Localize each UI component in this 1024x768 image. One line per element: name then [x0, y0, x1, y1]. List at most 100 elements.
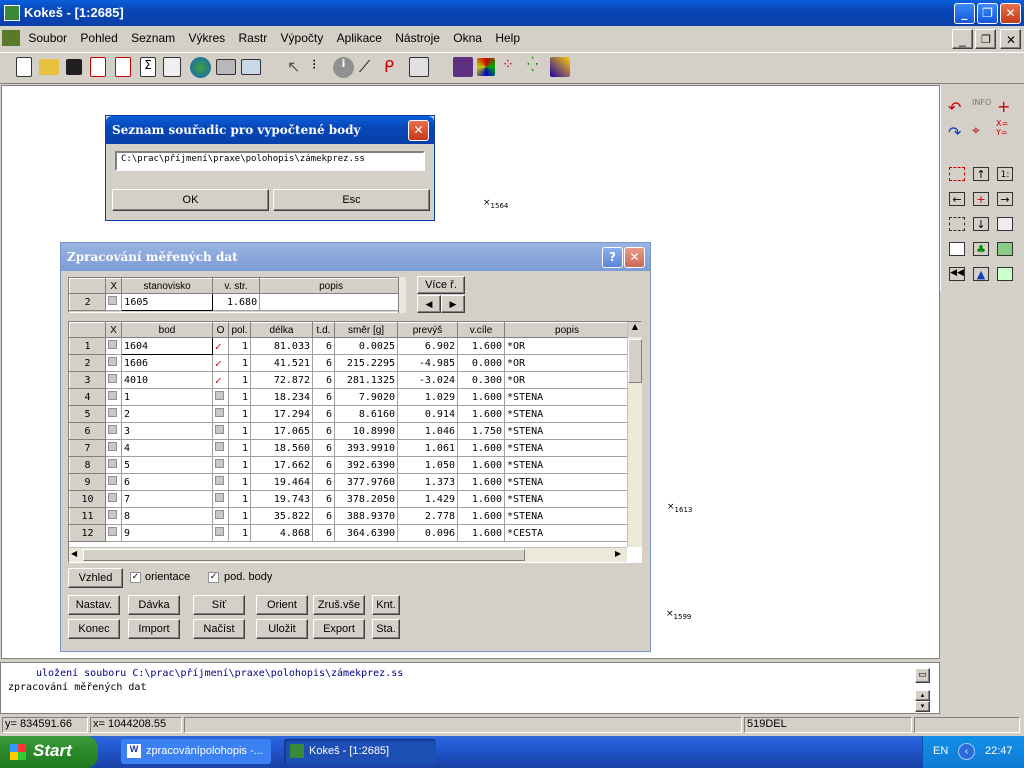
- bod-cell[interactable]: 7: [121, 490, 213, 508]
- refresh-screen-icon[interactable]: [409, 57, 429, 77]
- sum-icon[interactable]: Σ: [140, 57, 156, 77]
- row-select-checkbox[interactable]: [108, 425, 117, 434]
- measured-dialog-close-button[interactable]: ✕: [624, 247, 645, 268]
- row-select-checkbox[interactable]: [108, 340, 117, 349]
- center-icon[interactable]: +: [973, 192, 989, 206]
- vcile-cell[interactable]: 1.600: [457, 490, 505, 508]
- xy-coords-icon[interactable]: X= Y=: [996, 119, 1014, 137]
- target-icon[interactable]: ⌖: [972, 123, 990, 141]
- table-row[interactable]: 10 7 1 19.743 6 378.2050 1.429 1.600 *STENA: [69, 490, 630, 508]
- table-row[interactable]: 7 4 1 18.560 6 393.9910 1.061 1.600 *STENA: [69, 439, 630, 457]
- o-checkbox[interactable]: [215, 459, 224, 468]
- print-icon[interactable]: [216, 59, 236, 75]
- pol-cell[interactable]: 1: [228, 439, 251, 457]
- prevys-cell[interactable]: 1.373: [397, 473, 458, 491]
- pol-cell[interactable]: 1: [228, 422, 251, 440]
- o-cell[interactable]: [212, 473, 229, 491]
- smer-cell[interactable]: 215.2295: [334, 354, 398, 372]
- table-row[interactable]: 6 3 1 17.065 6 10.8990 1.046 1.750 *STENA: [69, 422, 630, 440]
- o-cell[interactable]: [212, 524, 229, 542]
- grid-scroll-thumb[interactable]: [628, 339, 642, 383]
- undo-icon[interactable]: ↶: [948, 98, 966, 117]
- scale-icon[interactable]: 1:: [997, 167, 1013, 181]
- minimize-button[interactable]: _: [954, 3, 975, 24]
- bod-cell[interactable]: 6: [121, 473, 213, 491]
- delka-cell[interactable]: 17.662: [250, 456, 313, 474]
- o-cell[interactable]: [212, 388, 229, 406]
- o-cell[interactable]: ✓: [212, 371, 229, 389]
- pod-body-checkbox[interactable]: ✓: [208, 572, 219, 583]
- vzhled-button[interactable]: Vzhled: [68, 568, 123, 588]
- popis-cell[interactable]: *STENA: [504, 456, 630, 474]
- bod-cell[interactable]: 4: [121, 439, 213, 457]
- move-up-icon[interactable]: ↑: [973, 167, 989, 181]
- prevys-cell[interactable]: 2.778: [397, 507, 458, 525]
- td-cell[interactable]: 6: [312, 371, 335, 389]
- o-checkbox[interactable]: [215, 391, 224, 400]
- checkmark-icon[interactable]: ✓: [215, 374, 222, 387]
- prev-station-button[interactable]: ◀: [417, 295, 441, 313]
- globe-icon[interactable]: [190, 57, 211, 78]
- console-scroll-up[interactable]: ▴: [915, 690, 930, 701]
- menu-seznam[interactable]: Seznam: [126, 28, 180, 48]
- prevys-cell[interactable]: 0.096: [397, 524, 458, 542]
- coord-dialog-close-button[interactable]: ✕: [408, 120, 429, 141]
- pol-cell[interactable]: 1: [228, 337, 251, 355]
- pol-cell[interactable]: 1: [228, 524, 251, 542]
- vcile-cell[interactable]: 1.600: [457, 337, 505, 355]
- smer-cell[interactable]: 281.1325: [334, 371, 398, 389]
- td-cell[interactable]: 6: [312, 422, 335, 440]
- menu-pohled[interactable]: Pohled: [75, 28, 122, 48]
- bod-cell[interactable]: 5: [121, 456, 213, 474]
- zoom-frame-icon[interactable]: [949, 217, 965, 231]
- delka-cell[interactable]: 35.822: [250, 507, 313, 525]
- esc-button[interactable]: Esc: [273, 189, 430, 211]
- nacist-button[interactable]: Načíst: [193, 619, 245, 639]
- o-checkbox[interactable]: [215, 408, 224, 417]
- delka-cell[interactable]: 81.033: [250, 337, 313, 355]
- close-button[interactable]: ✕: [1000, 3, 1021, 24]
- brush-icon[interactable]: [550, 57, 570, 77]
- orientace-checkbox[interactable]: ✓: [130, 572, 141, 583]
- ulozit-button[interactable]: Uložit: [256, 619, 308, 639]
- print-preview-icon[interactable]: [241, 59, 261, 75]
- vcile-cell[interactable]: 1.600: [457, 473, 505, 491]
- language-indicator[interactable]: EN: [933, 745, 948, 757]
- smer-cell[interactable]: 388.9370: [334, 507, 398, 525]
- crosshair-icon[interactable]: +: [997, 97, 1015, 116]
- o-checkbox[interactable]: [215, 476, 224, 485]
- sit-button[interactable]: Síť: [193, 595, 245, 615]
- menu-rastr[interactable]: Rastr: [234, 28, 273, 48]
- vcile-cell[interactable]: 1.600: [457, 507, 505, 525]
- vcile-cell[interactable]: 1.600: [457, 388, 505, 406]
- smer-cell[interactable]: 378.2050: [334, 490, 398, 508]
- delka-cell[interactable]: 19.464: [250, 473, 313, 491]
- pol-cell[interactable]: 1: [228, 354, 251, 372]
- table-row[interactable]: 1 1604 ✓ 1 81.033 6 0.0025 6.902 1.600 *OR: [69, 337, 630, 355]
- o-checkbox[interactable]: [215, 493, 224, 502]
- new-file-icon[interactable]: [16, 57, 32, 77]
- import-button[interactable]: Import: [128, 619, 180, 639]
- konec-button[interactable]: Konec: [68, 619, 120, 639]
- move-left-icon[interactable]: ←: [949, 192, 965, 206]
- o-checkbox[interactable]: [215, 510, 224, 519]
- menu-vypocty[interactable]: Výpočty: [276, 28, 329, 48]
- delka-cell[interactable]: 19.743: [250, 490, 313, 508]
- pointer-icon[interactable]: ↖: [287, 57, 310, 80]
- point-info-icon[interactable]: ⁝: [312, 57, 335, 80]
- popis-cell[interactable]: *OR: [504, 337, 630, 355]
- prevys-cell[interactable]: 1.429: [397, 490, 458, 508]
- mdi-minimize-button[interactable]: _: [952, 29, 973, 49]
- pol-cell[interactable]: 1: [228, 473, 251, 491]
- td-cell[interactable]: 6: [312, 439, 335, 457]
- start-button[interactable]: Start: [0, 736, 98, 768]
- station-desc-cell[interactable]: [259, 293, 403, 311]
- doc-icon[interactable]: [949, 242, 965, 256]
- row-select-checkbox[interactable]: [108, 510, 117, 519]
- row-select-checkbox[interactable]: [108, 391, 117, 400]
- more-rows-button[interactable]: Více ř.: [417, 276, 465, 294]
- mdi-restore-button[interactable]: ❐: [975, 29, 996, 49]
- popis-cell[interactable]: *STENA: [504, 388, 630, 406]
- check-doc-icon[interactable]: [115, 57, 131, 77]
- export-button[interactable]: Export: [313, 619, 365, 639]
